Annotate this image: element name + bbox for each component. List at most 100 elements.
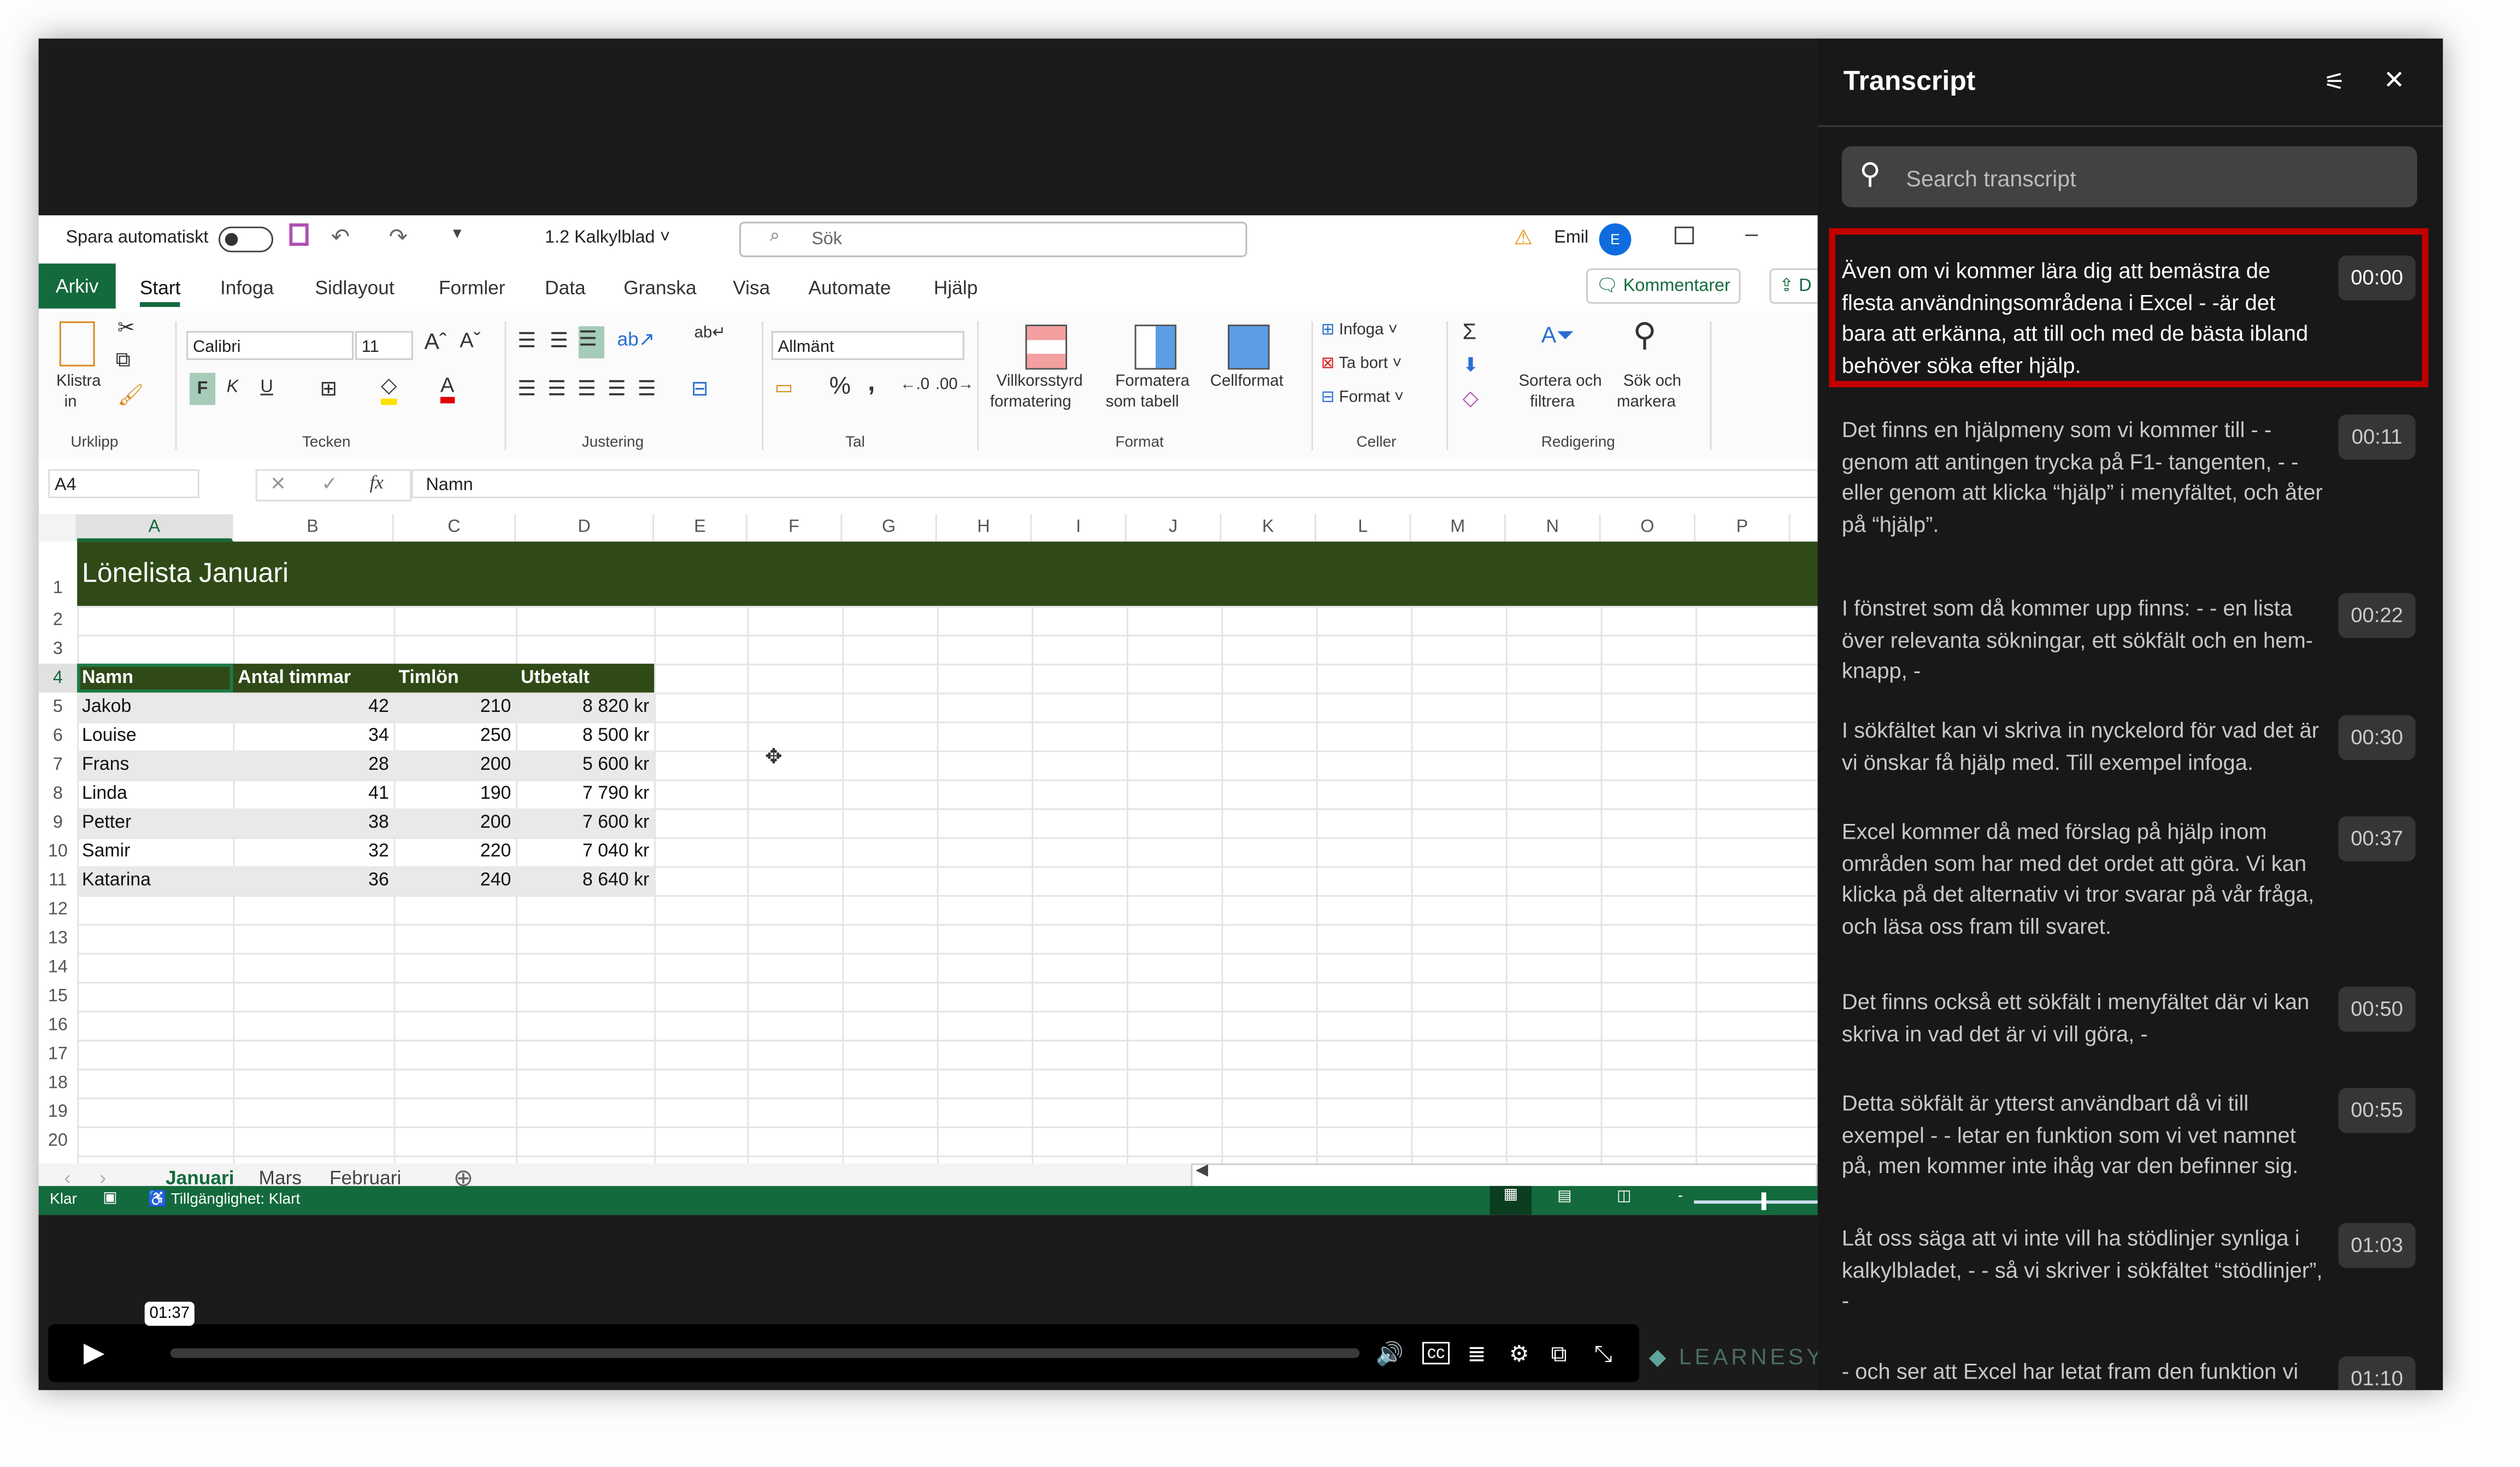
orientation-icon[interactable]: ab↗ bbox=[617, 328, 655, 350]
table-cell[interactable]: Frans bbox=[77, 751, 233, 780]
tab-formler[interactable]: Formler bbox=[439, 276, 505, 299]
underline-button[interactable]: U bbox=[260, 378, 273, 397]
table-cell[interactable]: 7 790 kr bbox=[516, 780, 654, 809]
cell-styles-label[interactable]: Cellformat bbox=[1210, 373, 1283, 390]
volume-icon[interactable]: 🔊 bbox=[1376, 1340, 1404, 1368]
column-header[interactable]: D bbox=[516, 514, 655, 542]
macro-record-icon[interactable]: ▣ bbox=[103, 1189, 117, 1207]
column-header[interactable]: J bbox=[1127, 514, 1222, 542]
bold-button[interactable]: F bbox=[190, 373, 216, 405]
tab-visa[interactable]: Visa bbox=[733, 276, 770, 299]
row-header[interactable]: 12 bbox=[39, 895, 78, 924]
autosum-icon[interactable]: Σ bbox=[1463, 318, 1476, 344]
segment-timestamp[interactable]: 00:50 bbox=[2338, 986, 2416, 1032]
table-header-cell[interactable]: Antal timmar bbox=[233, 664, 393, 693]
tab-infoga[interactable]: Infoga bbox=[220, 276, 274, 299]
zoom-out-icon[interactable]: - bbox=[1678, 1188, 1683, 1205]
row-header[interactable]: 9 bbox=[39, 808, 78, 837]
segment-timestamp[interactable]: 00:22 bbox=[2338, 593, 2416, 638]
italic-button[interactable]: K bbox=[227, 378, 239, 397]
table-cell[interactable]: Katarina bbox=[77, 866, 233, 895]
row-header[interactable]: 2 bbox=[39, 606, 78, 635]
row-header[interactable]: 1 bbox=[39, 541, 78, 606]
undo-icon[interactable]: ↶ bbox=[331, 223, 350, 251]
row-header[interactable]: 19 bbox=[39, 1098, 78, 1127]
table-cell[interactable]: 7 600 kr bbox=[516, 808, 654, 837]
format-as-table-label-1[interactable]: Formatera bbox=[1115, 373, 1190, 390]
segment-timestamp[interactable]: 00:30 bbox=[2338, 715, 2416, 761]
find-select-icon[interactable]: ⚲ bbox=[1633, 315, 1656, 355]
spreadsheet-grid[interactable]: A B C D E F G H I J K L M N O P 1 2 3 4 5 6 7 8 9 10 11 12 13 14 15 16 1… bbox=[38, 514, 1818, 1164]
tab-automate[interactable]: Automate bbox=[808, 276, 891, 299]
table-cell[interactable]: 5 600 kr bbox=[516, 751, 654, 780]
row-header[interactable]: 7 bbox=[39, 751, 78, 780]
warning-icon[interactable]: ⚠ bbox=[1514, 225, 1533, 251]
table-cell[interactable]: 250 bbox=[394, 722, 516, 751]
page-layout-icon[interactable]: ▤ bbox=[1557, 1188, 1571, 1205]
table-cell[interactable]: 8 500 kr bbox=[516, 722, 654, 751]
column-header[interactable]: A bbox=[77, 514, 233, 542]
fill-icon[interactable]: ⬇ bbox=[1463, 354, 1479, 376]
segment-timestamp[interactable]: 00:37 bbox=[2338, 816, 2416, 862]
progress-bar[interactable] bbox=[170, 1348, 1360, 1358]
table-cell[interactable]: Louise bbox=[77, 722, 233, 751]
insert-cells-button[interactable]: ⊞ Infoga ˅ bbox=[1321, 321, 1398, 339]
segment-timestamp[interactable]: 00:55 bbox=[2338, 1088, 2416, 1133]
font-size-select[interactable]: 11 bbox=[355, 331, 413, 360]
exit-fullscreen-icon[interactable]: ⤡ bbox=[1594, 1340, 1612, 1368]
table-cell[interactable]: 220 bbox=[394, 837, 516, 866]
table-header-cell[interactable]: Timlön bbox=[394, 664, 516, 693]
increase-decimal-icon[interactable]: ←.0 bbox=[900, 376, 929, 393]
paste-icon[interactable] bbox=[59, 321, 95, 367]
minimize-icon[interactable]: – bbox=[1745, 220, 1758, 246]
formula-input[interactable]: Namn bbox=[411, 469, 1818, 498]
decrease-font-icon[interactable]: Aˇ bbox=[460, 328, 480, 352]
align-bottom-icon[interactable]: ☰ bbox=[578, 326, 604, 358]
decrease-decimal-icon[interactable]: .00→ bbox=[935, 376, 974, 393]
table-cell[interactable]: 8 820 kr bbox=[516, 693, 654, 722]
row-header[interactable]: 17 bbox=[39, 1040, 78, 1069]
autosave-toggle[interactable] bbox=[219, 226, 274, 252]
table-cell[interactable]: 36 bbox=[233, 866, 393, 895]
tab-data[interactable]: Data bbox=[545, 276, 586, 299]
format-painter-icon[interactable]: 🖌 bbox=[117, 382, 144, 408]
conditional-formatting-label-1[interactable]: Villkorsstyrd bbox=[997, 373, 1083, 390]
font-color-icon[interactable]: A bbox=[440, 373, 455, 404]
row-header[interactable]: 14 bbox=[39, 953, 78, 982]
column-header[interactable]: H bbox=[937, 514, 1032, 542]
redo-icon[interactable]: ↷ bbox=[389, 223, 408, 251]
segment-timestamp[interactable]: 01:03 bbox=[2338, 1223, 2416, 1268]
table-cell[interactable]: 200 bbox=[394, 808, 516, 837]
table-cell[interactable]: 8 640 kr bbox=[516, 866, 654, 895]
table-header-cell[interactable]: Utbetalt bbox=[516, 664, 654, 693]
column-header[interactable]: F bbox=[747, 514, 843, 542]
select-all-corner[interactable] bbox=[38, 514, 78, 542]
table-cell[interactable]: 28 bbox=[233, 751, 393, 780]
column-header[interactable]: G bbox=[842, 514, 937, 542]
table-cell[interactable]: 42 bbox=[233, 693, 393, 722]
column-header[interactable]: C bbox=[394, 514, 516, 542]
filter-settings-icon[interactable]: ⚟ bbox=[2324, 68, 2346, 96]
tab-granska[interactable]: Granska bbox=[623, 276, 696, 299]
column-header[interactable]: L bbox=[1316, 514, 1411, 542]
table-cell[interactable]: Samir bbox=[77, 837, 233, 866]
align-top-icon[interactable]: ☰ bbox=[517, 328, 536, 354]
settings-icon[interactable]: ⚙ bbox=[1509, 1340, 1529, 1368]
row-header[interactable]: 8 bbox=[39, 780, 78, 809]
row-header[interactable]: 6 bbox=[39, 722, 78, 751]
table-cell[interactable]: Petter bbox=[77, 808, 233, 837]
function-icon[interactable]: fx bbox=[369, 471, 384, 495]
transcript-icon[interactable]: ≣ bbox=[1467, 1340, 1486, 1368]
tab-start[interactable]: Start bbox=[139, 276, 181, 307]
tab-sidlayout[interactable]: Sidlayout bbox=[315, 276, 394, 299]
table-cell[interactable]: 240 bbox=[394, 866, 516, 895]
sort-filter-label-1[interactable]: Sortera och bbox=[1519, 373, 1602, 390]
column-header[interactable]: I bbox=[1032, 514, 1127, 542]
cut-icon[interactable]: ✂ bbox=[117, 315, 135, 340]
zoom-slider[interactable] bbox=[1694, 1200, 1818, 1204]
tab-hjalp[interactable]: Hjälp bbox=[934, 276, 978, 299]
segment-timestamp[interactable]: 00:11 bbox=[2338, 414, 2416, 460]
row-header[interactable]: 20 bbox=[39, 1127, 78, 1156]
table-cell[interactable]: Jakob bbox=[77, 693, 233, 722]
normal-view-icon[interactable]: ▦ bbox=[1489, 1186, 1532, 1215]
